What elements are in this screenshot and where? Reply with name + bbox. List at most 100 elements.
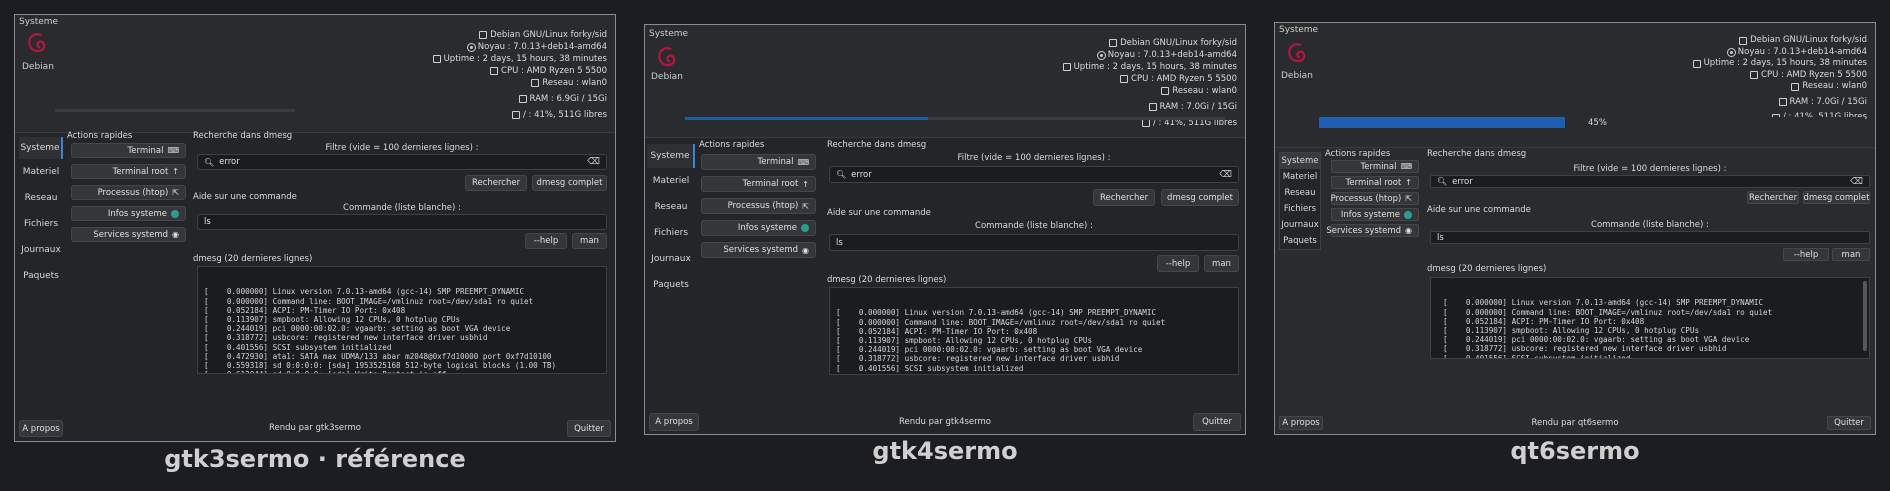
- distro-label: Debian: [1281, 71, 1313, 81]
- man-button[interactable]: man: [1832, 248, 1870, 261]
- window-title: Systeme: [1279, 25, 1319, 35]
- terminal-root-button[interactable]: Terminal root ↑: [71, 164, 186, 179]
- disk-icon: [511, 111, 520, 119]
- uptime-label: Uptime : 2 days, 15 hours, 38 minutes: [1703, 58, 1867, 68]
- clear-icon[interactable]: ⌫: [1850, 177, 1863, 187]
- infos-systeme-label: Infos systeme: [737, 223, 797, 233]
- services-systemd-label: Services systemd: [93, 229, 169, 240]
- scrollbar[interactable]: [1863, 281, 1867, 351]
- services-systemd-button[interactable]: Services systemd ◉: [1326, 224, 1419, 237]
- progress-track: [55, 109, 295, 112]
- man-button[interactable]: man: [572, 233, 607, 249]
- clear-icon[interactable]: ⌫: [1219, 170, 1232, 180]
- debian-logo-icon: [1288, 43, 1306, 63]
- memory-icon: [1148, 103, 1157, 111]
- window-gtk4: Systeme Debian Debian GNU/Linux forky/si…: [644, 24, 1246, 435]
- clear-icon[interactable]: ⌫: [587, 157, 600, 167]
- services-systemd-button[interactable]: Services systemd ◉: [701, 242, 816, 258]
- htop-button[interactable]: Processus (htop) ⇱: [71, 185, 186, 200]
- kernel-icon: [467, 43, 475, 51]
- kernel-label: Noyau : 7.0.13+deb14-amd64: [477, 42, 607, 52]
- cpu-icon: [490, 67, 499, 75]
- search-button[interactable]: Rechercher: [465, 175, 527, 191]
- help-button[interactable]: --help: [1783, 248, 1829, 261]
- dmesg-line: [ 0.318772] usbcore: registered new inte…: [1443, 344, 1727, 354]
- filter-input[interactable]: 🔍︎ error ⌫: [197, 154, 607, 170]
- infos-systeme-button[interactable]: Infos systeme: [701, 220, 816, 236]
- dmesg-full-button[interactable]: dmesg complet: [1161, 189, 1239, 206]
- dmesg-log[interactable]: [ 0.000000] Linux version 7.0.13-amd64 (…: [829, 287, 1239, 375]
- man-button[interactable]: man: [1204, 255, 1239, 272]
- terminal-root-button[interactable]: Terminal root ↑: [701, 176, 816, 192]
- sidebar-item-systeme[interactable]: Systeme: [1280, 153, 1320, 169]
- help-title: Aide sur une commande: [1427, 205, 1531, 215]
- sidebar-item-fichiers[interactable]: Fichiers: [1280, 201, 1320, 217]
- sidebar-item-fichiers[interactable]: Fichiers: [647, 220, 695, 246]
- filter-input[interactable]: 🔍︎ error ⌫: [1430, 175, 1870, 188]
- sidebar-item-paquets[interactable]: Paquets: [647, 272, 695, 298]
- services-systemd-button[interactable]: Services systemd ◉: [71, 227, 186, 242]
- dmesg-lines: [ 0.000000] Linux version 7.0.13-amd64 (…: [1443, 298, 1863, 359]
- sidebar-item-paquets[interactable]: Paquets: [1280, 233, 1320, 249]
- sidebar-item-materiel[interactable]: Materiel: [647, 168, 695, 194]
- sidebar-item-fichiers[interactable]: Fichiers: [19, 211, 63, 237]
- system-info: Debian GNU/Linux forky/sid Noyau : 7.0.1…: [1692, 35, 1867, 124]
- filter-input[interactable]: 🔍︎ error ⌫: [829, 166, 1239, 183]
- dmesg-line: [ 0.000000] Linux version 7.0.13-amd64 (…: [836, 308, 1157, 318]
- sidebar-item-journaux[interactable]: Journaux: [1280, 217, 1320, 233]
- search-button[interactable]: Rechercher: [1747, 191, 1799, 204]
- command-input[interactable]: ls: [1430, 231, 1870, 244]
- content-area: Systeme Materiel Reseau Fichiers Journau…: [15, 131, 615, 441]
- progress-fill: [1319, 117, 1565, 128]
- sidebar-item-reseau[interactable]: Reseau: [647, 194, 695, 220]
- infos-systeme-button[interactable]: Infos systeme: [71, 206, 186, 221]
- quit-button[interactable]: Quitter: [1827, 416, 1871, 430]
- sidebar-item-reseau[interactable]: Reseau: [1280, 185, 1320, 201]
- terminal-button[interactable]: Terminal ⌨: [1331, 160, 1419, 173]
- disk-icon: [1141, 119, 1150, 127]
- terminal-button[interactable]: Terminal ⌨: [71, 143, 186, 158]
- dmesg-line: [ 0.052184] ACPI: PM-Timer IO Port: 0x40…: [1443, 316, 1645, 326]
- sidebar-item-systeme[interactable]: Systeme: [647, 144, 695, 168]
- dmesg-log[interactable]: [ 0.000000] Linux version 7.0.13-amd64 (…: [1430, 277, 1870, 359]
- command-input[interactable]: ls: [197, 214, 607, 230]
- quit-button[interactable]: Quitter: [567, 420, 611, 437]
- dmesg-title: dmesg (20 dernieres lignes): [1427, 264, 1547, 274]
- memory-icon: [1778, 98, 1787, 107]
- window-gtk3: Systeme Debian Debian GNU/Linux forky/si…: [14, 14, 616, 442]
- dmesg-line: [ 0.401556] SCSI subsystem initialized: [836, 363, 1024, 373]
- sidebar-item-journaux[interactable]: Journaux: [19, 237, 63, 263]
- sidebar-item-reseau[interactable]: Reseau: [19, 185, 63, 211]
- dmesg-line: [ 0.000000] Linux version 7.0.13-amd64 (…: [1443, 298, 1764, 308]
- quit-button[interactable]: Quitter: [1193, 413, 1241, 431]
- infos-systeme-button[interactable]: Infos systeme: [1331, 208, 1419, 221]
- sidebar-item-materiel[interactable]: Materiel: [19, 159, 63, 185]
- terminal-root-label: Terminal root: [1345, 177, 1402, 188]
- dmesg-line: [ 0.401556] SCSI subsystem initialized: [1443, 353, 1631, 359]
- htop-button[interactable]: Processus (htop) ⇱: [1331, 192, 1419, 205]
- memory-icon: [518, 95, 527, 103]
- clock-icon: [432, 55, 441, 63]
- dmesg-full-button[interactable]: dmesg complet: [532, 175, 607, 191]
- infos-systeme-label: Infos systeme: [107, 208, 167, 219]
- sidebar-item-materiel[interactable]: Materiel: [1280, 169, 1320, 185]
- search-button[interactable]: Rechercher: [1093, 189, 1155, 206]
- network-icon: [1791, 82, 1800, 91]
- info-icon: [801, 224, 809, 232]
- sidebar-item-systeme[interactable]: Systeme: [19, 137, 63, 159]
- help-button[interactable]: --help: [525, 233, 567, 249]
- caption-gtk3: gtk3sermo · référence: [164, 445, 466, 473]
- os-label: Debian GNU/Linux forky/sid: [1120, 38, 1237, 48]
- dmesg-log[interactable]: [ 0.000000] Linux version 7.0.13-amd64 (…: [197, 266, 607, 374]
- sidebar-item-journaux[interactable]: Journaux: [647, 246, 695, 272]
- sidebar-item-paquets[interactable]: Paquets: [19, 263, 63, 289]
- terminal-root-button[interactable]: Terminal root ↑: [1331, 176, 1419, 189]
- clock-icon: [1692, 59, 1701, 68]
- terminal-button[interactable]: Terminal ⌨: [701, 154, 816, 170]
- command-input[interactable]: ls: [829, 234, 1239, 251]
- info-icon: [1404, 210, 1412, 219]
- help-button[interactable]: --help: [1157, 255, 1199, 272]
- htop-button[interactable]: Processus (htop) ⇱: [701, 198, 816, 214]
- dmesg-full-button[interactable]: dmesg complet: [1803, 191, 1870, 204]
- progress-fill: [685, 117, 928, 120]
